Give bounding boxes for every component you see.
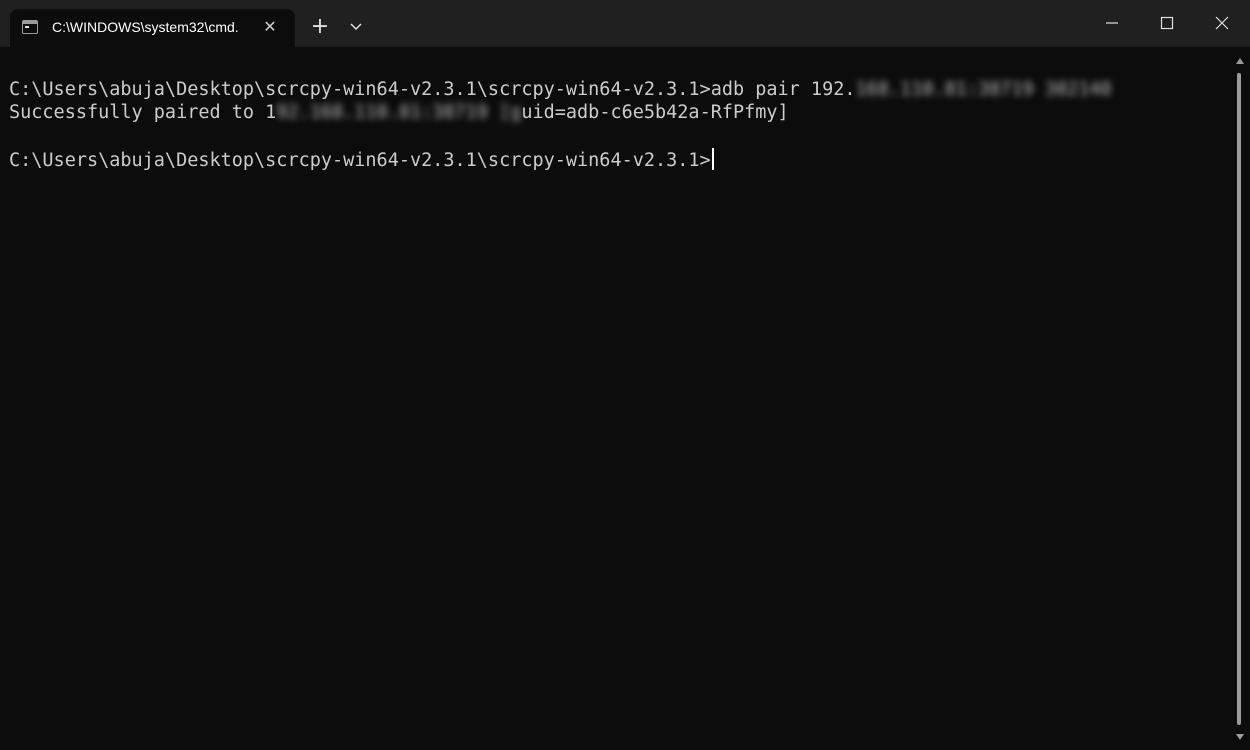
output-line-result: Successfully paired to 192.168.110.81:38… bbox=[9, 102, 789, 123]
text-cursor bbox=[711, 148, 714, 170]
prompt-text: C:\Users\abuja\Desktop\scrcpy-win64-v2.3… bbox=[9, 150, 711, 171]
scroll-down-icon[interactable] bbox=[1235, 733, 1245, 741]
close-window-button[interactable] bbox=[1195, 0, 1250, 47]
maximize-icon bbox=[1160, 16, 1174, 30]
close-tab-icon[interactable]: ✕ bbox=[260, 17, 280, 37]
command-text: C:\Users\abuja\Desktop\scrcpy-win64-v2.3… bbox=[9, 79, 856, 100]
guid-text: uid=adb-c6e5b42a-RfPfmy] bbox=[521, 102, 789, 123]
scroll-up-icon[interactable] bbox=[1235, 57, 1245, 65]
tab-title: C:\WINDOWS\system32\cmd. bbox=[52, 19, 239, 35]
terminal-output[interactable]: C:\Users\abuja\Desktop\scrcpy-win64-v2.3… bbox=[0, 47, 1230, 750]
chevron-down-icon[interactable] bbox=[342, 13, 370, 41]
tab-cmd[interactable]: C:\WINDOWS\system32\cmd. ✕ bbox=[10, 9, 295, 47]
title-bar: C:\WINDOWS\system32\cmd. ✕ + bbox=[0, 0, 1250, 47]
terminal-icon bbox=[22, 20, 38, 34]
scrollbar-thumb[interactable] bbox=[1237, 73, 1241, 725]
minimize-button[interactable] bbox=[1085, 0, 1141, 47]
vertical-scrollbar[interactable] bbox=[1230, 47, 1250, 750]
result-text: Successfully paired to 1 bbox=[9, 102, 277, 123]
output-line-command: C:\Users\abuja\Desktop\scrcpy-win64-v2.3… bbox=[9, 79, 1112, 100]
minimize-icon bbox=[1106, 22, 1118, 24]
redacted-address: 168.110.81:38719 302148 bbox=[855, 79, 1112, 100]
new-tab-button[interactable]: + bbox=[306, 13, 334, 41]
output-line-prompt[interactable]: C:\Users\abuja\Desktop\scrcpy-win64-v2.3… bbox=[9, 148, 714, 171]
redacted-address: 92.168.110.81:38719 [g bbox=[276, 102, 522, 123]
maximize-button[interactable] bbox=[1140, 0, 1196, 47]
close-icon bbox=[1215, 16, 1229, 30]
